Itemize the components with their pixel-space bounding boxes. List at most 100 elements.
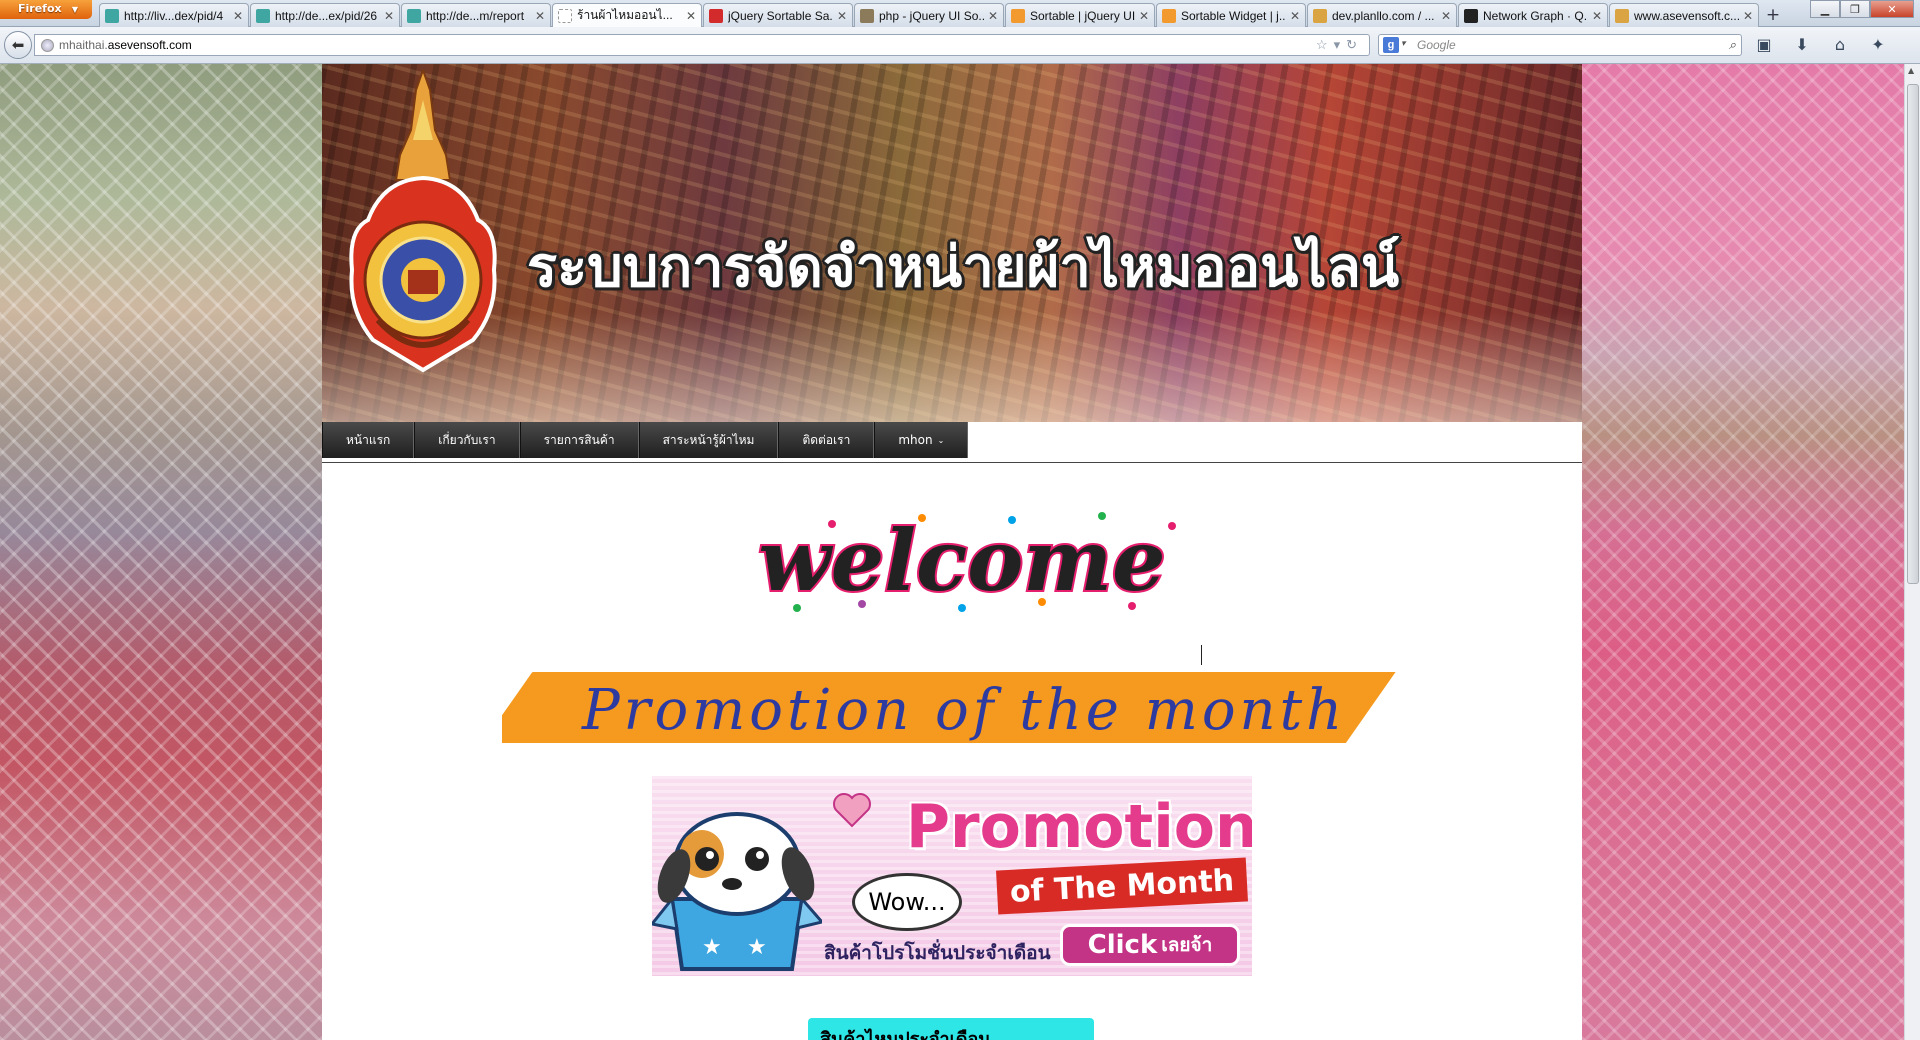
- tab-close-icon[interactable]: ✕: [1441, 9, 1451, 23]
- tab-favicon-icon: [558, 8, 572, 23]
- google-icon[interactable]: g: [1383, 37, 1399, 53]
- wow-speech-bubble: Wow...: [852, 873, 962, 931]
- firefox-menu-button[interactable]: Firefox ▼: [0, 0, 92, 19]
- browser-tab[interactable]: jQuery Sortable Sa... ✕: [703, 3, 853, 27]
- browser-tab[interactable]: http://de...m/report ✕: [401, 3, 551, 27]
- text-cursor: [1201, 645, 1202, 665]
- promotion-strip-text: Promotion of the month: [582, 678, 1347, 743]
- welcome-graphic: welcome: [756, 509, 1176, 612]
- tab-title: jQuery Sortable Sa...: [728, 8, 833, 23]
- navigation-toolbar: ⬅ mhaithai.asevensoft.com ☆▾↻ g ▾ Google…: [0, 27, 1920, 64]
- scrollbar-thumb[interactable]: [1907, 84, 1919, 584]
- close-window-button[interactable]: ✕: [1870, 0, 1914, 18]
- menu-item[interactable]: สาระหน้ารู้ผ้าไหม: [638, 422, 779, 458]
- strip-stripe-right: [1341, 672, 1402, 743]
- reload-icon[interactable]: ↻: [1346, 37, 1363, 52]
- url-prefix: mhaithai.: [59, 38, 108, 52]
- minimize-button[interactable]: ▁: [1810, 0, 1840, 18]
- tab-favicon-icon: [407, 8, 421, 23]
- tab-title: php - jQuery UI So...: [879, 8, 984, 23]
- silk-background-right: [1582, 64, 1904, 1040]
- menu-item[interactable]: mhon ⌄: [874, 422, 969, 458]
- search-icon[interactable]: ⌕: [1729, 37, 1736, 53]
- window-controls: ▁ ❐ ✕: [1810, 0, 1914, 18]
- bookmarks-menu-icon[interactable]: ▣: [1752, 35, 1776, 54]
- browser-tab[interactable]: dev.planllo.com / ... ✕: [1307, 3, 1457, 27]
- new-tab-button[interactable]: +: [1760, 3, 1786, 27]
- tab-strip: Firefox ▼ http://liv...dex/pid/4 ✕ http://…: [0, 0, 1920, 27]
- chevron-down-icon: ▼: [71, 5, 78, 14]
- menu-item-label: เกี่ยวกับเรา: [438, 432, 496, 447]
- tab-close-icon[interactable]: ✕: [837, 9, 847, 23]
- monthly-silk-banner[interactable]: สินค้าไหมประจำเดือน: [808, 1018, 1094, 1040]
- menu-item[interactable]: เกี่ยวกับเรา: [414, 422, 520, 458]
- url-actions: ☆▾↻: [1316, 37, 1363, 53]
- scroll-up-icon[interactable]: ▲: [1908, 66, 1914, 75]
- browser-tab[interactable]: Sortable Widget | j... ✕: [1156, 3, 1306, 27]
- menu-item-label: หน้าแรก: [346, 432, 391, 447]
- tab-close-icon[interactable]: ✕: [988, 9, 998, 23]
- url-bar[interactable]: mhaithai.asevensoft.com ☆▾↻: [34, 34, 1370, 56]
- promotion-click-button[interactable]: Click เลยจ้า: [1060, 924, 1240, 966]
- browser-tab[interactable]: http://de...ex/pid/26 ✕: [250, 3, 400, 27]
- firefox-menu-label: Firefox: [18, 2, 62, 15]
- tab-close-icon[interactable]: ✕: [1139, 9, 1149, 23]
- tab-close-icon[interactable]: ✕: [1592, 9, 1602, 23]
- heart-icon: [833, 793, 871, 828]
- monthly-silk-text: สินค้าไหมประจำเดือน: [820, 1029, 991, 1040]
- browser-tab[interactable]: www.asevensoft.c... ✕: [1609, 3, 1759, 27]
- tab-close-icon[interactable]: ✕: [1743, 9, 1753, 23]
- browser-tab[interactable]: http://liv...dex/pid/4 ✕: [99, 3, 249, 27]
- back-button[interactable]: ⬅: [4, 31, 32, 59]
- browser-tab[interactable]: Sortable | jQuery UI ✕: [1005, 3, 1155, 27]
- university-logo: [349, 70, 497, 373]
- menu-item[interactable]: หน้าแรก: [322, 422, 415, 458]
- tab-close-icon[interactable]: ✕: [1290, 9, 1300, 23]
- svg-text:★: ★: [747, 935, 767, 960]
- header-banner: ระบบการจัดจำหน่ายผ้าไหมออนไลน์: [322, 64, 1582, 422]
- dropdown-icon[interactable]: ▾: [1334, 37, 1347, 52]
- promotion-subtitle: of The Month: [996, 857, 1248, 915]
- tab-close-icon[interactable]: ✕: [384, 9, 394, 23]
- promotion-title: Promotion: [906, 792, 1252, 862]
- tab-close-icon[interactable]: ✕: [233, 9, 243, 23]
- vertical-scrollbar[interactable]: ▲: [1904, 64, 1920, 1040]
- promotion-of-the-month-banner[interactable]: ★ ★ Wow... Promotion of The Month สินค้าโ…: [652, 776, 1252, 976]
- tab-title: http://de...m/report: [426, 8, 525, 23]
- banner-title: ระบบการจัดจำหน่ายผ้าไหมออนไลน์: [527, 235, 1400, 300]
- dog-in-box-icon: ★ ★: [652, 812, 822, 971]
- addon-icon[interactable]: ✦: [1866, 35, 1890, 54]
- tab-favicon-icon: [1313, 8, 1327, 23]
- tab-favicon-icon: [1011, 8, 1025, 23]
- tab-favicon-icon: [1464, 8, 1478, 23]
- menu-item[interactable]: รายการสินค้า: [519, 422, 639, 458]
- back-arrow-icon: ⬅: [11, 36, 25, 54]
- tab-close-icon[interactable]: ✕: [535, 9, 545, 23]
- browser-tab[interactable]: php - jQuery UI So... ✕: [854, 3, 1004, 27]
- menu-item-label: mhon: [898, 433, 933, 447]
- home-icon[interactable]: ⌂: [1828, 35, 1852, 54]
- banner-fade: [322, 312, 1582, 422]
- engine-dropdown-icon[interactable]: ▾: [1401, 38, 1406, 49]
- menu-item[interactable]: ติดต่อเรา: [778, 422, 875, 458]
- promotion-caption: สินค้าโปรโมชั่นประจำเดือน: [824, 942, 1051, 964]
- tab-close-icon[interactable]: ✕: [686, 9, 696, 23]
- bookmark-star-icon[interactable]: ☆: [1316, 37, 1334, 52]
- tab-favicon-icon: [256, 8, 270, 23]
- url-host: asevensoft.com: [107, 38, 192, 52]
- browser-tab[interactable]: ร้านผ้าไหมออนไ... ✕: [552, 3, 702, 27]
- browser-tab[interactable]: Network Graph · Q... ✕: [1458, 3, 1608, 27]
- svg-text:★: ★: [702, 935, 722, 960]
- tab-title: dev.planllo.com / ...: [1332, 8, 1435, 23]
- chevron-down-icon: ⌄: [937, 435, 945, 445]
- strip-stripe-left: [502, 672, 543, 724]
- restore-button[interactable]: ❐: [1840, 0, 1870, 18]
- page-viewport: ระบบการจัดจำหน่ายผ้าไหมออนไลน์ หน้าแรก เก…: [0, 64, 1904, 1040]
- tab-title: Sortable | jQuery UI: [1030, 8, 1135, 23]
- silk-background-left: [0, 64, 322, 1040]
- menu-item-label: สาระหน้ารู้ผ้าไหม: [662, 432, 755, 447]
- tab-title: www.asevensoft.c...: [1634, 8, 1739, 23]
- downloads-icon[interactable]: ⬇: [1790, 35, 1814, 54]
- promotion-strip-banner[interactable]: Promotion of the month: [502, 672, 1402, 743]
- search-bar[interactable]: g ▾ Google ⌕: [1378, 34, 1742, 56]
